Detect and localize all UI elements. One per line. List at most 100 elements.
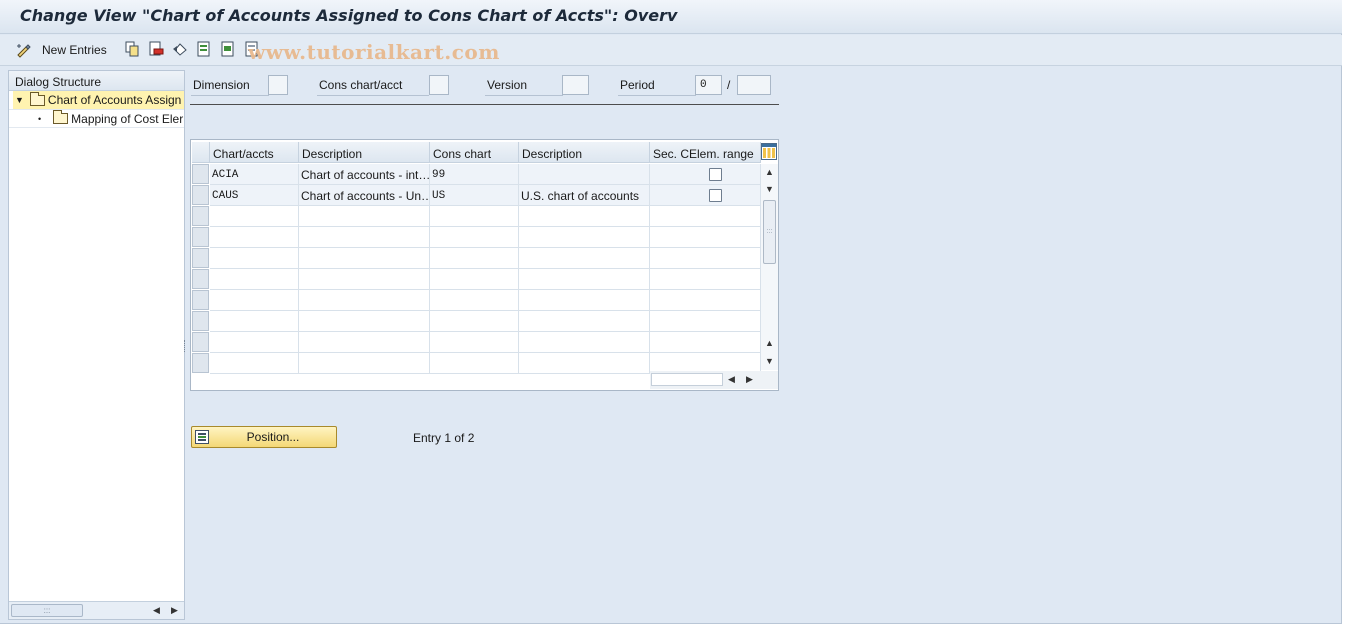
period-label: Period (620, 78, 655, 92)
version-underline (485, 95, 563, 96)
column-header-cons-description[interactable]: Description (519, 142, 650, 163)
version-input[interactable] (562, 75, 589, 95)
table-cell-cons-description (519, 311, 650, 332)
row-selector[interactable] (192, 290, 209, 310)
dimension-label: Dimension (193, 78, 250, 92)
expand-triangle-icon[interactable]: ▼ (15, 95, 24, 105)
tree-item-mapping-cost-elements[interactable]: • Mapping of Cost Eler (9, 109, 184, 127)
table-cell-description (299, 269, 430, 290)
table-cell-description[interactable]: Chart of accounts - int… (299, 164, 430, 185)
new-entries-label: New Entries (42, 43, 107, 57)
table-cell-sec-range (650, 311, 761, 332)
select-all-icon[interactable] (196, 41, 212, 57)
scroll-thumb[interactable]: ::: (11, 604, 83, 617)
table-cell-cons-chart[interactable]: 99 (430, 164, 519, 185)
row-selector[interactable] (192, 206, 209, 226)
table-cell-cons-chart (430, 248, 519, 269)
row-selector[interactable] (192, 332, 209, 352)
select-all-rows-corner[interactable] (192, 142, 210, 163)
table-control: Chart/accts Description Cons chart Descr… (190, 139, 779, 391)
position-button-label: Position... (246, 430, 300, 444)
scroll-left-icon[interactable]: ◀ (153, 605, 160, 616)
folder-icon (53, 110, 69, 124)
table-vertical-scrollbar[interactable]: ▲ ▼ ::: ▲ ▼ (761, 164, 778, 370)
undo-icon[interactable] (172, 41, 188, 57)
row-selector[interactable] (192, 185, 209, 205)
table-horizontal-scrollbar[interactable]: ◀ ▶ (650, 371, 778, 389)
version-label: Version (487, 78, 528, 92)
table-cell-sec-range (650, 290, 761, 311)
scroll-left-icon[interactable]: ◀ (728, 374, 735, 385)
table-cell-description[interactable]: Chart of accounts - Un… (299, 185, 430, 206)
application-toolbar: New Entries www.tutorialkart.com (0, 35, 1342, 66)
tree-item-label: Chart of Accounts Assign (47, 93, 182, 107)
row-selector[interactable] (192, 269, 209, 289)
title-bar: Change View "Chart of Accounts Assigned … (0, 0, 1342, 34)
table-cell-cons-chart (430, 206, 519, 227)
fiscal-year-input[interactable] (737, 75, 771, 95)
table-cell-cons-chart (430, 332, 519, 353)
dimension-input[interactable] (268, 75, 288, 95)
table-cell-description (299, 206, 430, 227)
table-settings-icon[interactable] (761, 143, 777, 160)
table-cell-chart (210, 311, 299, 332)
select-block-icon[interactable] (220, 41, 236, 57)
entry-counter: Entry 1 of 2 (413, 431, 475, 445)
period-separator: / (727, 78, 731, 92)
row-selector[interactable] (192, 227, 209, 247)
table-cell-cons-chart (430, 227, 519, 248)
tree-horizontal-scrollbar[interactable]: ::: ◀ ▶ (9, 601, 184, 619)
table-cell-chart (210, 227, 299, 248)
row-selector[interactable] (192, 164, 209, 184)
scroll-up-icon[interactable]: ▲ (765, 167, 774, 177)
row-selector[interactable] (192, 311, 209, 331)
open-folder-icon (29, 91, 45, 106)
table-cell-sec-range (650, 332, 761, 353)
table-cell-cons-chart[interactable]: US (430, 185, 519, 206)
table-cell-cons-description[interactable]: U.S. chart of accounts (519, 185, 650, 206)
table-cell-chart (210, 290, 299, 311)
delete-icon[interactable] (148, 41, 164, 57)
horizontal-scroll-thumb[interactable] (651, 373, 723, 386)
page-up-icon[interactable]: ▲ (765, 338, 774, 348)
watermark-text: www.tutorialkart.com (248, 40, 500, 64)
column-header-sec-celem-range[interactable]: Sec. CElem. range (650, 142, 761, 163)
sec-range-checkbox[interactable] (709, 189, 722, 202)
column-header-cons-chart[interactable]: Cons chart (430, 142, 519, 163)
table-cell-chart[interactable]: CAUS (210, 185, 299, 206)
copy-icon[interactable] (124, 41, 140, 57)
table-cell-sec-range (650, 248, 761, 269)
table-cell-chart (210, 332, 299, 353)
scroll-right-icon[interactable]: ▶ (171, 605, 178, 616)
table-cell-cons-description[interactable] (519, 164, 650, 185)
table-cell-sec-range (650, 227, 761, 248)
table-cell-cons-description (519, 227, 650, 248)
new-entries-button[interactable]: New Entries (16, 41, 107, 59)
period-input[interactable]: 0 (695, 75, 722, 95)
table-cell-sec-range[interactable] (650, 185, 761, 206)
cons-chart-input[interactable] (429, 75, 449, 95)
table-cell-sec-range (650, 269, 761, 290)
table-cell-cons-chart (430, 290, 519, 311)
scroll-down-icon[interactable]: ▼ (765, 184, 774, 194)
column-header-description[interactable]: Description (299, 142, 430, 163)
table-cell-cons-chart (430, 311, 519, 332)
row-selector[interactable] (192, 353, 209, 373)
cons-chart-underline (317, 95, 429, 96)
scroll-right-icon[interactable]: ▶ (746, 374, 753, 385)
table-cell-cons-description (519, 206, 650, 227)
panel-splitter[interactable] (184, 340, 186, 352)
column-header-chart-accts[interactable]: Chart/accts (210, 142, 299, 163)
table-cell-sec-range[interactable] (650, 164, 761, 185)
tree-bullet-icon: • (38, 113, 42, 124)
edit-toggle-icon (17, 44, 31, 58)
sec-range-checkbox[interactable] (709, 168, 722, 181)
tree-item-chart-of-accounts[interactable]: ▼ Chart of Accounts Assign (13, 91, 184, 109)
table-cell-chart[interactable]: ACIA (210, 164, 299, 185)
table-cell-cons-description (519, 269, 650, 290)
table-cell-description (299, 248, 430, 269)
row-selector[interactable] (192, 248, 209, 268)
page-down-icon[interactable]: ▼ (765, 356, 774, 366)
vertical-scroll-thumb[interactable]: ::: (763, 200, 776, 264)
position-button[interactable]: Position... (191, 426, 337, 448)
